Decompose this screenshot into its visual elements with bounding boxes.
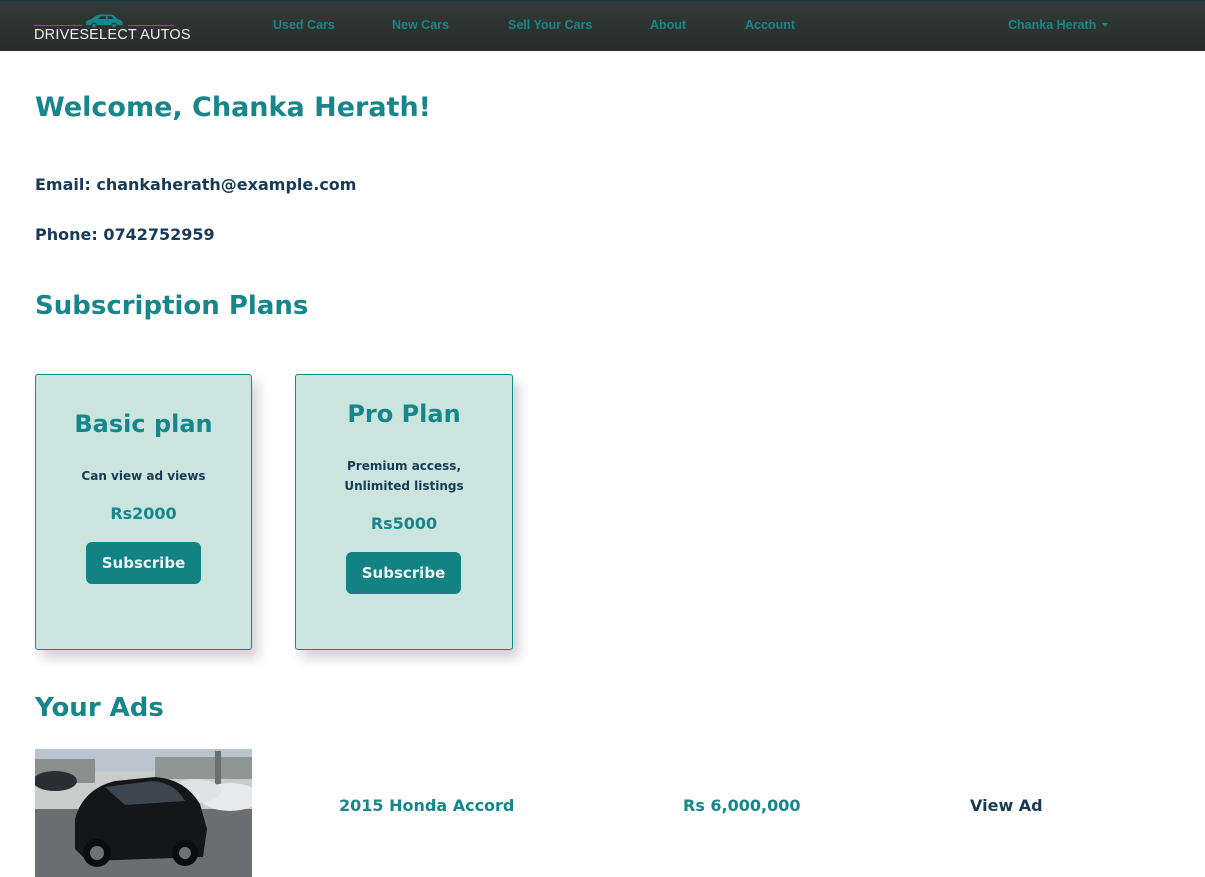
plan-description-line-1: Premium access, (347, 459, 461, 473)
plan-card-basic: Basic plan Can view ad views Rs2000 Subs… (35, 374, 252, 650)
plan-description-line-2: Unlimited listings (344, 479, 464, 493)
ad-price: Rs 6,000,000 (683, 796, 801, 815)
nav-new-cars[interactable]: New Cars (392, 18, 449, 32)
user-phone: Phone: 0742752959 (35, 225, 215, 244)
brand-name: DRIVESELECT AUTOS (34, 27, 191, 43)
nav-about[interactable]: About (650, 18, 686, 32)
brand-logo[interactable]: DRIVESELECT AUTOS (34, 11, 191, 45)
view-ad-link[interactable]: View Ad (970, 796, 1043, 815)
nav-sell-your-cars[interactable]: Sell Your Cars (508, 18, 592, 32)
plan-price: Rs5000 (370, 514, 438, 533)
plan-price: Rs2000 (110, 504, 177, 523)
nav-used-cars[interactable]: Used Cars (273, 18, 335, 32)
logo-line-right (128, 25, 174, 26)
subscribe-basic-button[interactable]: Subscribe (86, 542, 201, 584)
plan-description: Can view ad views (81, 469, 206, 483)
plan-card-pro: Pro Plan Premium access, Unlimited listi… (295, 374, 513, 650)
subscribe-pro-button[interactable]: Subscribe (346, 552, 461, 594)
caret-down-icon (1102, 23, 1109, 27)
user-dropdown[interactable]: Chanka Herath (1008, 18, 1109, 32)
nav-account[interactable]: Account (745, 18, 795, 32)
subscription-plans-heading: Subscription Plans (35, 291, 309, 321)
ad-title: 2015 Honda Accord (339, 796, 515, 815)
plan-title: Basic plan (74, 410, 213, 438)
ad-thumbnail[interactable] (35, 749, 252, 877)
welcome-heading: Welcome, Chanka Herath! (35, 92, 431, 123)
logo-line-left (34, 25, 82, 26)
your-ads-heading: Your Ads (35, 693, 164, 723)
user-name: Chanka Herath (1008, 18, 1097, 32)
car-photo (35, 749, 252, 877)
user-email: Email: chankaherath@example.com (35, 175, 357, 194)
plan-title: Pro Plan (347, 400, 461, 428)
top-navbar: DRIVESELECT AUTOS Used Cars New Cars Sel… (0, 0, 1205, 51)
